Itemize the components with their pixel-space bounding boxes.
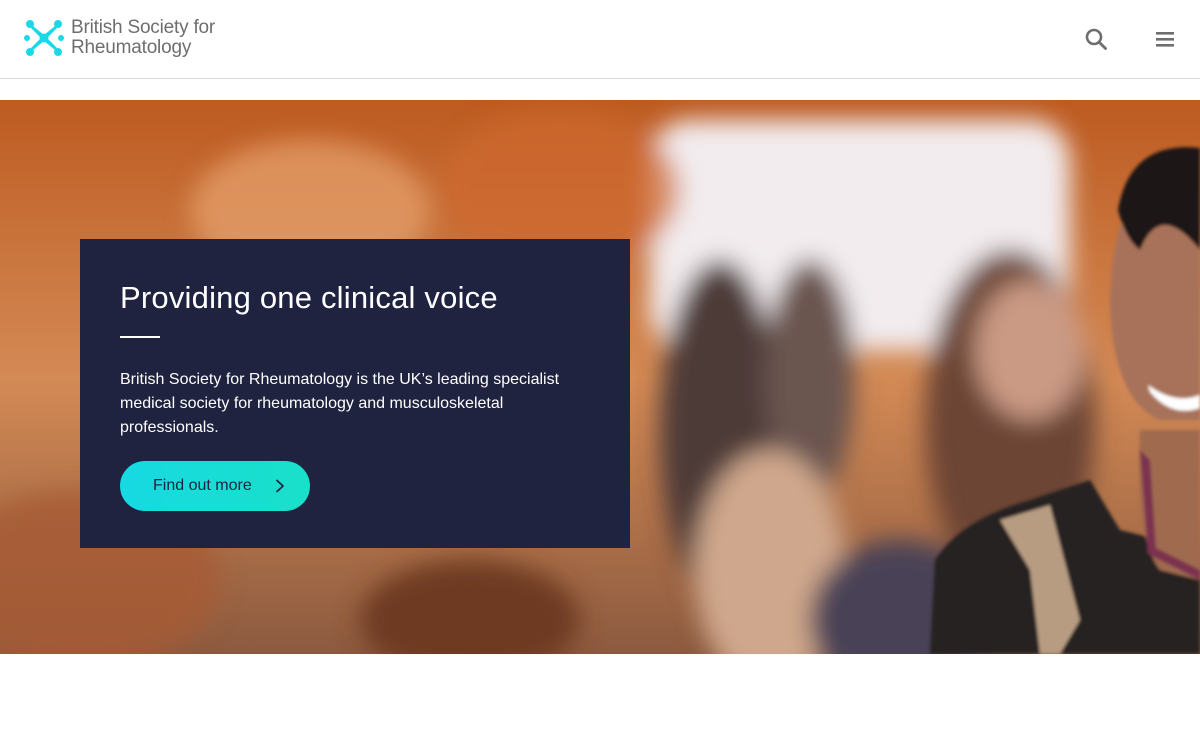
hero-banner: Providing one clinical voice British Soc… <box>0 100 1200 654</box>
logo-line-2: Rheumatology <box>71 37 192 58</box>
find-out-more-label: Find out more <box>153 477 252 494</box>
hero-divider <box>120 336 160 338</box>
find-out-more-button[interactable]: Find out more <box>120 461 310 511</box>
logo-text: British Society for Rheumatology <box>71 18 215 58</box>
menu-button[interactable] <box>1152 26 1178 52</box>
hero-description: British Society for Rheumatology is the … <box>120 371 560 436</box>
hero-title: Providing one clinical voice <box>120 280 498 315</box>
hero-card: Providing one clinical voice British Soc… <box>80 239 630 548</box>
site-header: British Society for Rheumatology <box>0 0 1200 79</box>
bsr-logo-icon <box>24 20 64 56</box>
hamburger-menu-icon <box>1156 32 1174 47</box>
logo-line-1: British Society for <box>71 17 216 38</box>
site-logo[interactable]: British Society for Rheumatology <box>24 18 215 58</box>
chevron-right-icon <box>276 479 284 493</box>
search-button[interactable] <box>1083 26 1109 52</box>
search-icon <box>1085 28 1107 50</box>
